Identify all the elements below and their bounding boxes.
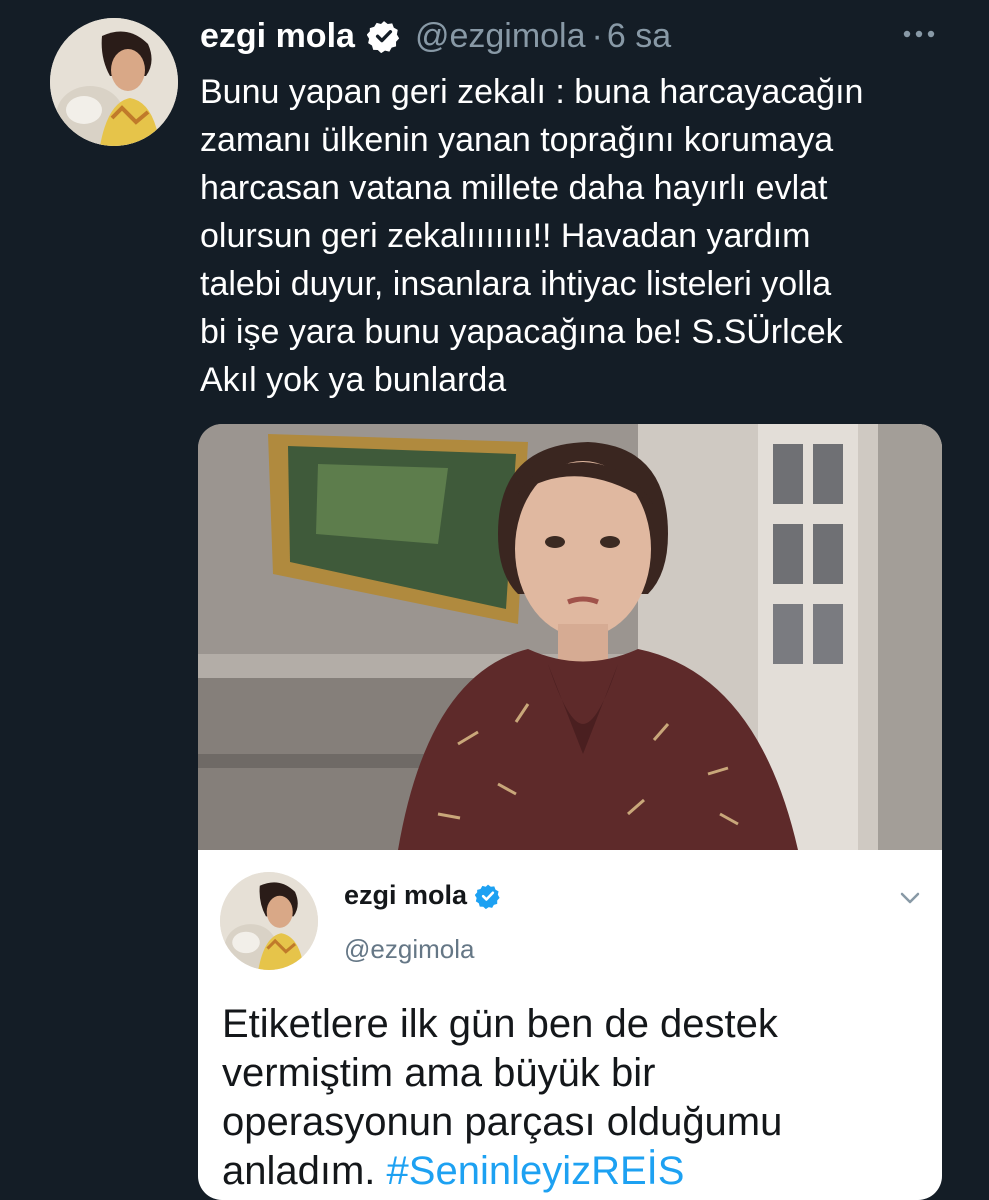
tweet-header: ezgi mola @ezgimola · 6 sa bbox=[200, 14, 949, 58]
photo-image bbox=[198, 424, 942, 850]
avatar-image bbox=[50, 18, 178, 146]
author-avatar[interactable] bbox=[50, 18, 178, 146]
quoted-author-name-row: ezgi mola bbox=[344, 880, 501, 911]
more-horizontal-icon[interactable] bbox=[899, 14, 939, 54]
tweet-photo[interactable] bbox=[198, 424, 942, 850]
quoted-author-avatar[interactable] bbox=[220, 872, 318, 970]
author-handle[interactable]: @ezgimola bbox=[415, 17, 586, 56]
verified-badge-icon bbox=[366, 19, 401, 54]
quoted-tweet-text: Etiketlere ilk gün ben de destek vermişt… bbox=[222, 1000, 922, 1196]
tweet-timestamp[interactable]: 6 sa bbox=[607, 17, 671, 56]
avatar-image bbox=[220, 872, 318, 970]
separator-dot: · bbox=[591, 16, 603, 55]
media-card[interactable]: ezgi mola @ezgimola Etiketlere ilk gün b… bbox=[198, 424, 942, 1200]
quoted-tweet[interactable]: ezgi mola @ezgimola Etiketlere ilk gün b… bbox=[198, 850, 942, 1200]
author-name[interactable]: ezgi mola bbox=[200, 17, 355, 56]
chevron-down-icon[interactable] bbox=[896, 884, 924, 912]
quoted-author-name[interactable]: ezgi mola bbox=[344, 880, 467, 911]
hashtag-link[interactable]: #SeninleyizREİS bbox=[387, 1149, 685, 1193]
verified-badge-icon bbox=[474, 883, 501, 909]
quoted-author-handle[interactable]: @ezgimola bbox=[344, 934, 474, 965]
tweet-text: Bunu yapan geri zekalı : buna harcayacağ… bbox=[200, 73, 864, 399]
